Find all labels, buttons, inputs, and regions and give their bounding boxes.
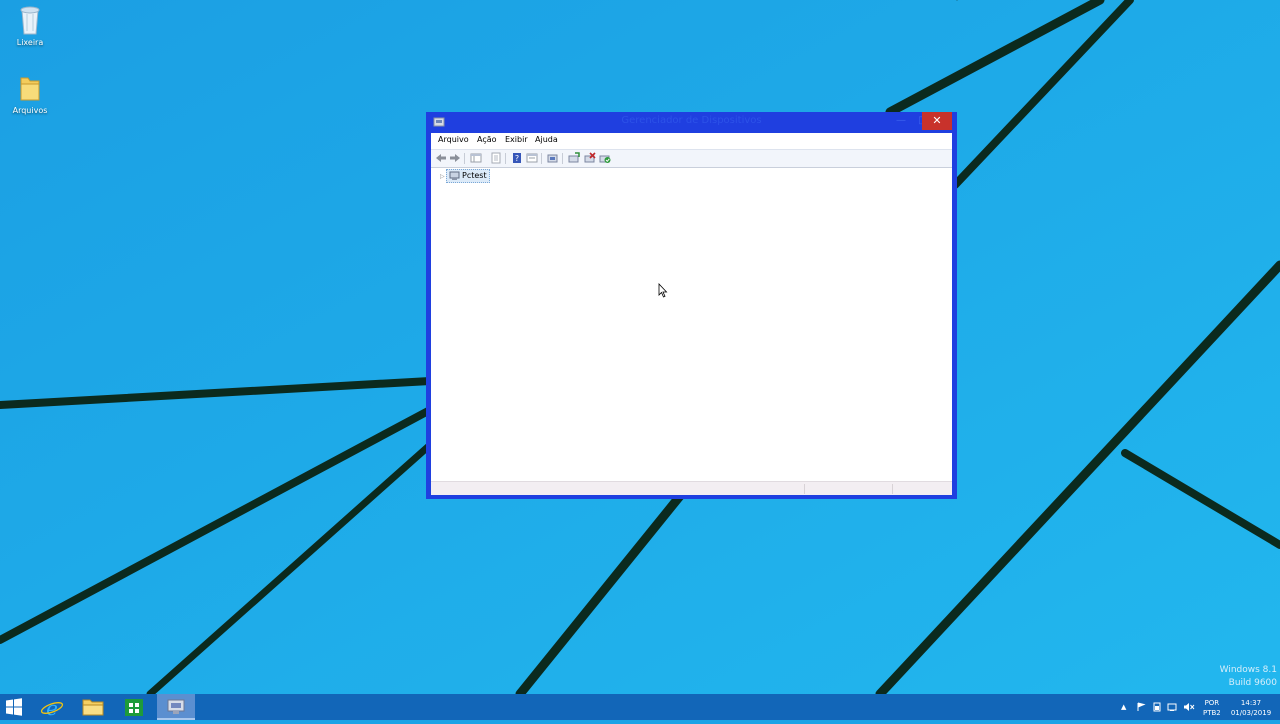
enable-device-icon[interactable] bbox=[599, 152, 611, 164]
help-icon[interactable]: ? bbox=[511, 152, 523, 164]
watermark-line-2: Build 9600 bbox=[1228, 678, 1277, 688]
watermark-line-1: Windows 8.1 bbox=[1219, 665, 1277, 675]
status-bar-separator bbox=[892, 484, 893, 494]
uninstall-icon[interactable] bbox=[584, 152, 596, 164]
menu-bar: Arquivo Ação Exibir Ajuda bbox=[431, 133, 952, 148]
menu-acao[interactable]: Ação bbox=[477, 135, 497, 144]
back-icon[interactable] bbox=[435, 152, 447, 164]
close-button[interactable]: ✕ bbox=[922, 112, 952, 130]
system-clock[interactable]: 14:37 01/03/2019 bbox=[1229, 698, 1273, 718]
device-manager-icon bbox=[167, 699, 185, 714]
toolbar-separator bbox=[562, 153, 563, 164]
mouse-cursor-icon bbox=[658, 283, 668, 298]
taskbar-file-explorer[interactable] bbox=[74, 694, 112, 720]
window-title: Gerenciador de Dispositivos bbox=[621, 115, 762, 126]
properties-icon[interactable] bbox=[490, 152, 502, 164]
network-icon[interactable] bbox=[1167, 702, 1177, 712]
clock-time: 14:37 bbox=[1240, 699, 1262, 707]
scan-hardware-icon[interactable] bbox=[568, 152, 580, 164]
keyboard-layout: PTB2 bbox=[1203, 709, 1221, 717]
status-bar bbox=[431, 481, 952, 495]
update-driver-icon[interactable] bbox=[547, 152, 559, 164]
svg-text:e: e bbox=[46, 696, 58, 720]
recycle-bin-icon bbox=[20, 6, 40, 35]
tree-node-computer[interactable]: Pctest bbox=[446, 169, 490, 183]
desktop-icon-label: Arquivos bbox=[12, 106, 48, 115]
svg-text:?: ? bbox=[515, 154, 519, 163]
computer-icon bbox=[449, 171, 460, 180]
taskbar-store[interactable] bbox=[115, 694, 153, 720]
taskbar-internet-explorer[interactable]: e bbox=[33, 694, 71, 720]
menu-arquivo[interactable]: Arquivo bbox=[438, 135, 469, 144]
file-explorer-icon bbox=[82, 699, 104, 716]
clock-date: 01/03/2019 bbox=[1230, 709, 1272, 717]
show-hide-tree-icon[interactable] bbox=[470, 152, 482, 164]
desktop-icon-label: Lixeira bbox=[16, 38, 44, 47]
taskbar-device-manager[interactable] bbox=[157, 694, 195, 720]
menu-exibir[interactable]: Exibir bbox=[505, 135, 528, 144]
forward-icon[interactable] bbox=[449, 152, 461, 164]
toolbar: ? bbox=[431, 149, 952, 168]
desktop-icon-arquivos[interactable]: Arquivos bbox=[0, 72, 60, 115]
action-center-flag-icon[interactable] bbox=[1136, 702, 1146, 712]
title-bar[interactable]: Gerenciador de Dispositivos — □ ✕ bbox=[426, 112, 957, 132]
menu-ajuda[interactable]: Ajuda bbox=[535, 135, 558, 144]
taskbar: e ▲ POR PTB2 14:37 01/03/2019 bbox=[0, 694, 1280, 720]
status-bar-separator bbox=[804, 484, 805, 494]
show-hidden-icons-icon[interactable]: ▲ bbox=[1121, 703, 1126, 711]
internet-explorer-icon: e bbox=[40, 696, 64, 720]
battery-icon[interactable] bbox=[1152, 702, 1162, 712]
toolbar-separator bbox=[505, 153, 506, 164]
toolbar-separator bbox=[541, 153, 542, 164]
toolbar-separator bbox=[464, 153, 465, 164]
device-tree: ▷ Pctest bbox=[431, 168, 952, 480]
device-manager-window: Gerenciador de Dispositivos — □ ✕ Arquiv… bbox=[426, 112, 957, 499]
desktop-icon-recycle-bin[interactable]: Lixeira bbox=[0, 4, 60, 47]
folder-icon bbox=[20, 77, 40, 101]
input-language-indicator[interactable]: POR PTB2 bbox=[1203, 698, 1221, 718]
language-code: POR bbox=[1204, 699, 1220, 707]
window-client-area: Arquivo Ação Exibir Ajuda ? ▷ Pctest bbox=[431, 133, 952, 495]
store-icon bbox=[125, 699, 143, 716]
tree-node-label: Pctest bbox=[462, 171, 487, 180]
expand-arrow-icon[interactable]: ▷ bbox=[440, 173, 445, 180]
os-watermark: Windows 8.1 Build 9600 bbox=[1220, 664, 1277, 690]
view-icon[interactable] bbox=[526, 152, 538, 164]
volume-muted-icon[interactable] bbox=[1183, 702, 1195, 712]
